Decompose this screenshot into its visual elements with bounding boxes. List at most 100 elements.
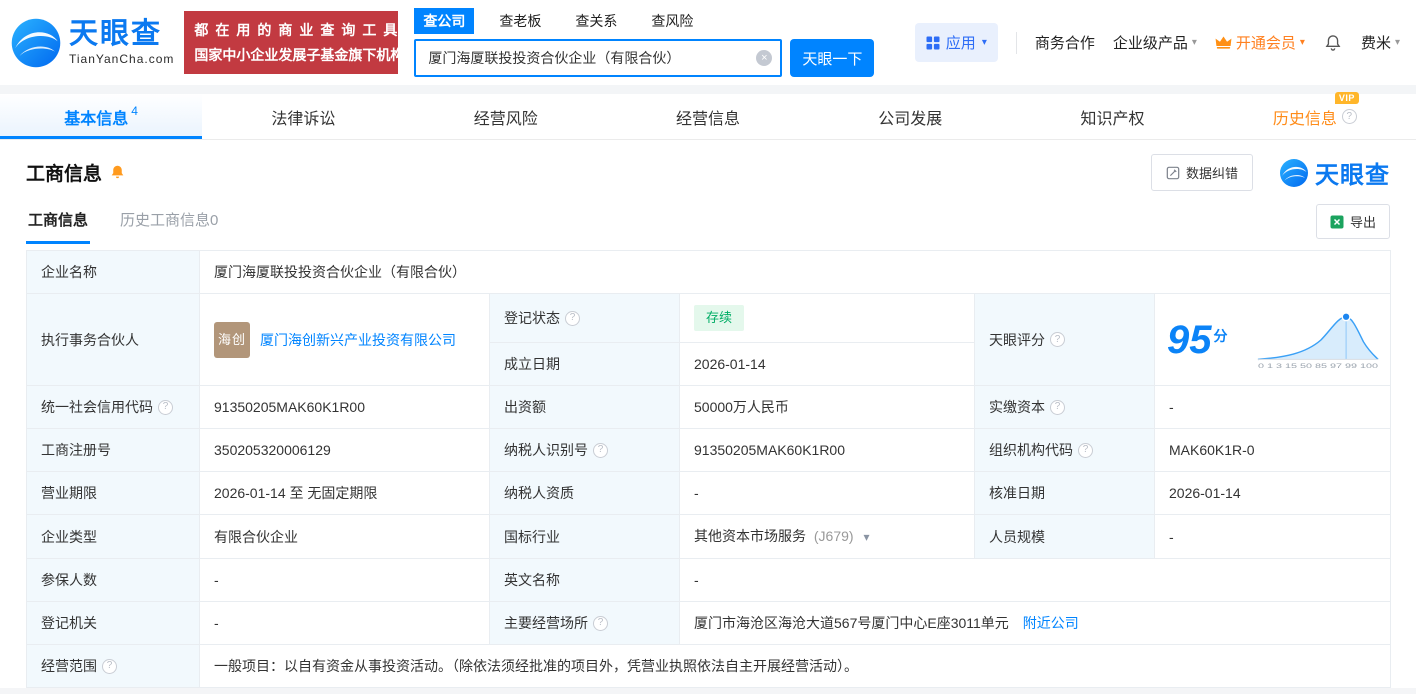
help-icon[interactable]: ? <box>1050 400 1065 415</box>
logo-text: 天眼查 TianYanCha.com <box>69 19 174 65</box>
nav-open-vip[interactable]: 开通会员 ▾ <box>1215 32 1305 53</box>
tab-operating-risk[interactable]: 经营风险 <box>405 94 607 139</box>
field-label-executive-partner: 执行事务合伙人 <box>27 294 200 386</box>
table-row: 企业名称 厦门海厦联投投资合伙企业（有限合伙） <box>27 251 1391 294</box>
tab-label: 知识产权 <box>1081 105 1145 129</box>
field-label-org-code: 组织机构代码 ? <box>975 429 1155 472</box>
subscribe-bell-icon[interactable] <box>109 164 126 181</box>
field-value-executive-partner: 海创 厦门海创新兴产业投资有限公司 <box>200 294 490 386</box>
table-row: 参保人数 - 英文名称 - <box>27 559 1391 602</box>
score-number: 95 <box>1167 320 1212 360</box>
search-type-tabs: 查公司 查老板 查关系 查风险 <box>414 8 874 34</box>
field-label-business-scope: 经营范围 ? <box>27 645 200 688</box>
industry-name: 其他资本市场服务 <box>694 528 806 544</box>
nav-cooperation[interactable]: 商务合作 <box>1035 32 1095 53</box>
help-icon[interactable]: ? <box>593 443 608 458</box>
help-icon[interactable]: ? <box>565 311 580 326</box>
notification-bell-icon[interactable] <box>1323 33 1343 53</box>
label-text: 组织机构代码 <box>989 440 1073 460</box>
table-row: 执行事务合伙人 海创 厦门海创新兴产业投资有限公司 登记状态 ? 存续 <box>27 294 1391 343</box>
field-value-org-code: MAK60K1R-0 <box>1155 429 1391 472</box>
field-label-taxpayer-id: 纳税人识别号 ? <box>490 429 680 472</box>
search-tab-boss[interactable]: 查老板 <box>490 8 550 34</box>
tab-basic-info[interactable]: 基本信息 4 <box>0 94 202 139</box>
help-icon[interactable]: ? <box>1078 443 1093 458</box>
field-label-registry-authority: 登记机关 <box>27 602 200 645</box>
vip-badge: VIP <box>1335 92 1359 104</box>
field-label-tianyan-score: 天眼评分 ? <box>975 294 1155 386</box>
vip-label: 开通会员 <box>1236 32 1296 53</box>
header-nav: 应用 ▾ 商务合作 企业级产品 ▾ 开通会员 ▾ <box>915 23 1400 62</box>
field-value-company-name: 厦门海厦联投投资合伙企业（有限合伙） <box>200 251 1391 294</box>
field-label-staff-size: 人员规模 <box>975 515 1155 559</box>
search-button[interactable]: 天眼一下 <box>790 39 874 77</box>
help-icon[interactable]: ? <box>158 400 173 415</box>
tab-legal-proceedings[interactable]: 法律诉讼 <box>202 94 404 139</box>
help-icon[interactable]: ? <box>102 659 117 674</box>
score-unit: 分 <box>1214 326 1228 346</box>
field-value-established-date: 2026-01-14 <box>680 343 975 386</box>
table-row: 营业期限 2026-01-14 至 无固定期限 纳税人资质 - 核准日期 202… <box>27 472 1391 515</box>
tab-history-info[interactable]: VIP 历史信息 ? <box>1214 94 1416 139</box>
field-label-registration-number: 工商注册号 <box>27 429 200 472</box>
user-name: 费米 <box>1361 32 1391 53</box>
tab-label: 经营信息 <box>676 105 740 129</box>
partner-company-link[interactable]: 厦门海创新兴产业投资有限公司 <box>260 330 456 350</box>
crown-icon <box>1215 35 1232 50</box>
nav-user[interactable]: 费米 ▾ <box>1361 32 1400 53</box>
search-input[interactable] <box>414 39 782 77</box>
caret-down-icon: ▾ <box>1300 37 1305 48</box>
banner-line1: 都在用的商业查询工具 <box>194 20 388 40</box>
label-text: 统一社会信用代码 <box>41 397 153 417</box>
data-correction-button[interactable]: 数据纠错 <box>1151 154 1253 191</box>
status-badge: 存续 <box>694 305 744 331</box>
nav-products-label: 企业级产品 <box>1113 32 1188 53</box>
help-icon[interactable]: ? <box>593 616 608 631</box>
score-marker-dot <box>1342 312 1350 320</box>
label-text: 登记状态 <box>504 308 560 328</box>
table-row: 统一社会信用代码 ? 91350205MAK60K1R00 出资额 50000万… <box>27 386 1391 429</box>
excel-icon <box>1330 215 1344 229</box>
search-tab-risk[interactable]: 查风险 <box>642 8 702 34</box>
industry-code: (J679) <box>814 528 854 544</box>
field-label-credit-code: 统一社会信用代码 ? <box>27 386 200 429</box>
clear-search-icon[interactable]: × <box>756 50 772 66</box>
apps-menu[interactable]: 应用 ▾ <box>915 23 998 62</box>
field-value-insured-count: - <box>200 559 490 602</box>
field-label-company-type: 企业类型 <box>27 515 200 559</box>
label-text: 纳税人识别号 <box>504 440 588 460</box>
search-tab-relation[interactable]: 查关系 <box>566 8 626 34</box>
chevron-down-icon[interactable]: ▾ <box>863 530 869 544</box>
field-label-capital: 出资额 <box>490 386 680 429</box>
subtab-history-business-info[interactable]: 历史工商信息0 <box>118 201 220 244</box>
label-text: 经营范围 <box>41 656 97 676</box>
table-row: 企业类型 有限合伙企业 国标行业 其他资本市场服务 (J679) ▾ 人员规模 … <box>27 515 1391 559</box>
field-label-company-name: 企业名称 <box>27 251 200 294</box>
tab-label: 基本信息 <box>64 105 128 129</box>
help-icon[interactable]: ? <box>1050 332 1065 347</box>
tab-company-development[interactable]: 公司发展 <box>809 94 1011 139</box>
nav-enterprise-products[interactable]: 企业级产品 ▾ <box>1113 32 1197 53</box>
caret-down-icon: ▾ <box>1192 37 1197 48</box>
field-value-company-type: 有限合伙企业 <box>200 515 490 559</box>
banner-line2: 国家中小企业发展子基金旗下机构 <box>194 45 388 65</box>
tab-operating-info[interactable]: 经营信息 <box>607 94 809 139</box>
score-axis-labels: 0 1 3 15 50 85 97 99 100 <box>1258 363 1379 370</box>
field-value-credit-code: 91350205MAK60K1R00 <box>200 386 490 429</box>
field-value-paid-capital: - <box>1155 386 1391 429</box>
label-text: 实缴资本 <box>989 397 1045 417</box>
search-tab-company[interactable]: 查公司 <box>414 8 474 34</box>
nearby-companies-link[interactable]: 附近公司 <box>1023 615 1079 631</box>
header-divider-strip <box>0 85 1416 94</box>
field-label-taxpayer-quality: 纳税人资质 <box>490 472 680 515</box>
subtab-business-info[interactable]: 工商信息 <box>26 201 90 244</box>
promo-banner: 都在用的商业查询工具 国家中小企业发展子基金旗下机构 <box>184 11 398 74</box>
brand-domain: TianYanCha.com <box>69 52 174 66</box>
tianyancha-logo[interactable]: 天眼查 TianYanCha.com <box>10 17 174 69</box>
top-header: 天眼查 TianYanCha.com 都在用的商业查询工具 国家中小企业发展子基… <box>0 0 1416 85</box>
export-button[interactable]: 导出 <box>1316 204 1390 239</box>
help-icon[interactable]: ? <box>1342 109 1357 124</box>
tab-intellectual-property[interactable]: 知识产权 <box>1011 94 1213 139</box>
field-label-approval-date: 核准日期 <box>975 472 1155 515</box>
caret-down-icon: ▾ <box>982 37 987 48</box>
